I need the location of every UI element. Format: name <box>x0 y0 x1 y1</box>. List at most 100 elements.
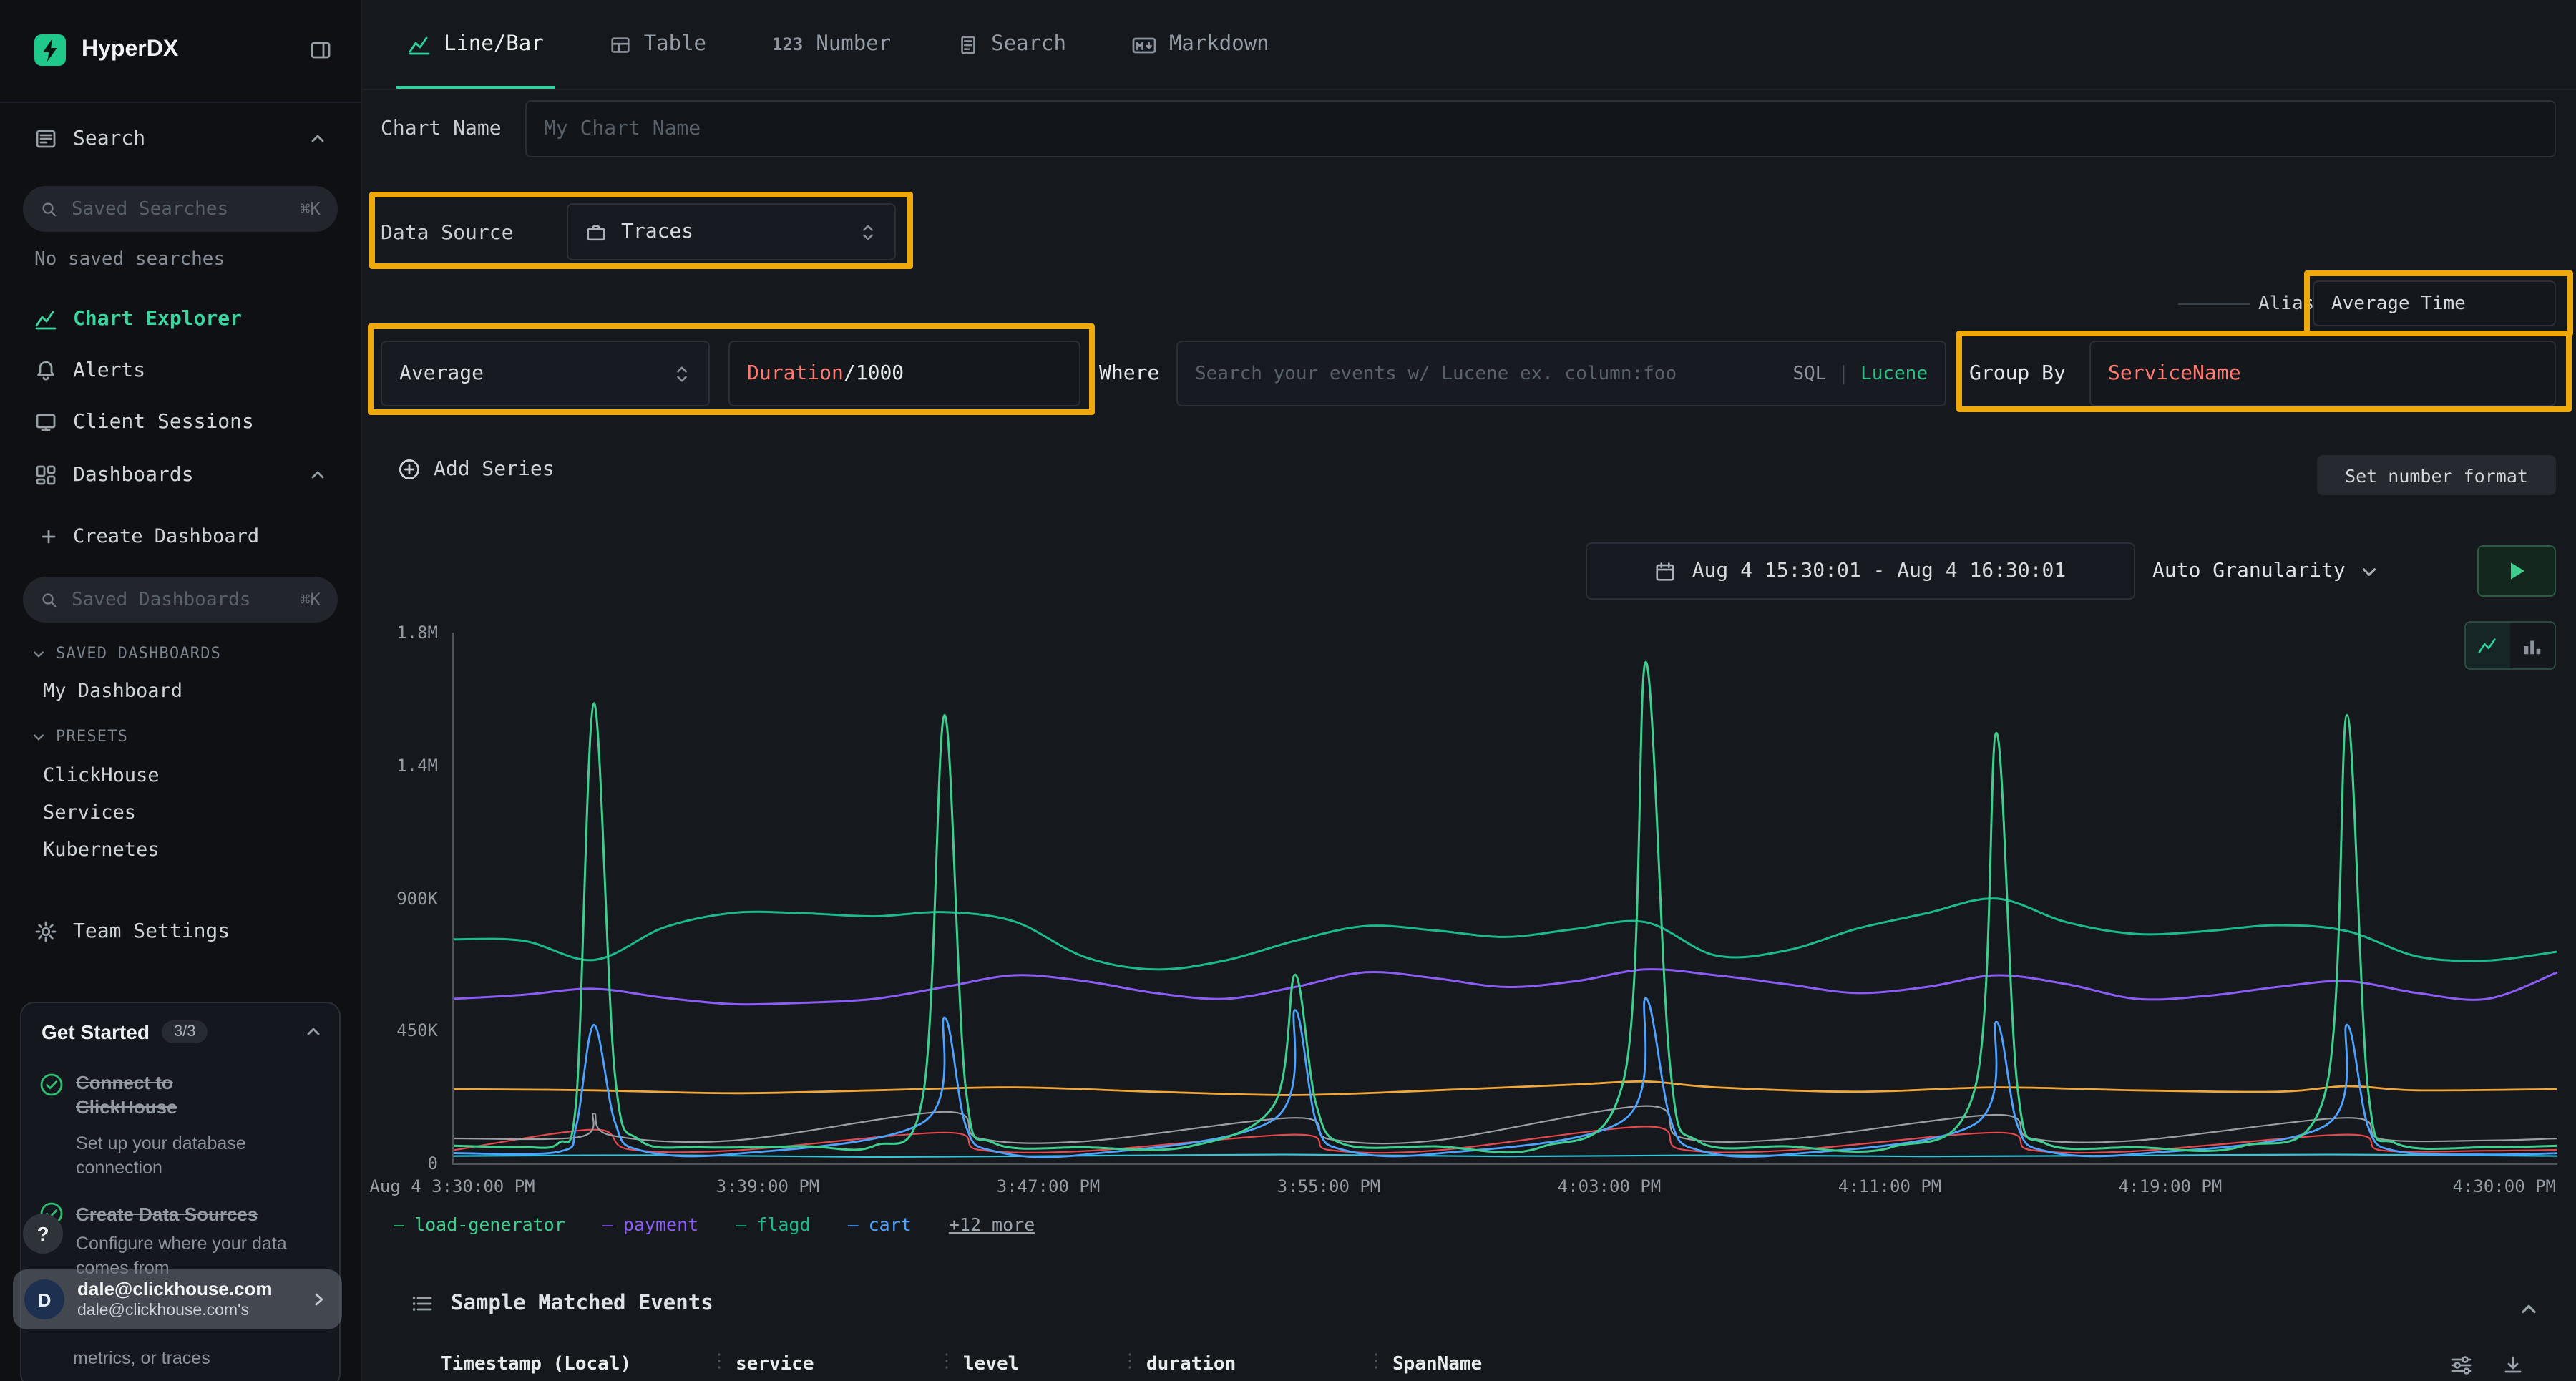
legend-item-payment[interactable]: —payment <box>602 1214 698 1235</box>
x-tick-label: 4:30:00 PM <box>2453 1176 2557 1196</box>
x-tick-label: 3:39:00 PM <box>716 1176 820 1196</box>
add-series-button[interactable]: Add Series <box>398 458 555 481</box>
sidebar-item-chart-explorer[interactable]: Chart Explorer <box>34 303 242 335</box>
collapse-sidebar-icon[interactable] <box>309 39 332 62</box>
table-icon <box>610 34 631 55</box>
sidebar-item-clickhouse[interactable]: ClickHouse <box>43 764 160 787</box>
saved-searches-placeholder: Saved Searches <box>72 198 228 220</box>
date-range-picker[interactable]: Aug 4 15:30:01 - Aug 4 16:30:01 <box>1586 542 2135 600</box>
alias-value: Average Time <box>2331 293 2466 314</box>
legend-item-load-generator[interactable]: —load-generator <box>394 1214 565 1235</box>
sidebar-item-my-dashboard[interactable]: My Dashboard <box>43 680 182 703</box>
chart-name-label: Chart Name <box>381 117 502 140</box>
legend-item-cart[interactable]: —cart <box>848 1214 912 1235</box>
where-input[interactable]: Search your events w/ Lucene ex. column:… <box>1176 341 1946 406</box>
legend-dash: — <box>848 1214 859 1235</box>
saved-searches-input[interactable]: Saved Searches ⌘K <box>23 186 338 232</box>
chevron-up-icon <box>309 130 326 147</box>
legend-dash: — <box>394 1214 404 1235</box>
aggregation-value: Average <box>399 362 484 385</box>
sidebar-item-kubernetes[interactable]: Kubernetes <box>43 839 160 862</box>
tab-search[interactable]: Search <box>957 0 1066 89</box>
legend-more-link[interactable]: +12 more <box>949 1214 1035 1235</box>
column-separator: ⋮ <box>937 1351 956 1372</box>
chart-series-svg <box>454 633 2557 1163</box>
column-header-level[interactable]: level <box>963 1354 1019 1375</box>
lucene-toggle[interactable]: Lucene <box>1860 363 1928 384</box>
user-secondary: dale@clickhouse.com's <box>77 1301 272 1322</box>
column-header-duration[interactable]: duration <box>1146 1354 1236 1375</box>
column-header-service[interactable]: service <box>736 1354 814 1375</box>
presets-section-header[interactable]: PRESETS <box>31 727 128 746</box>
granularity-select[interactable]: Auto Granularity <box>2152 542 2379 600</box>
hyperdx-logo-icon <box>34 34 66 66</box>
run-chart-button[interactable] <box>2477 545 2556 597</box>
get-started-step3-subtitle: metrics, or traces <box>73 1347 316 1370</box>
download-icon[interactable] <box>2502 1354 2524 1377</box>
bell-icon <box>34 359 57 382</box>
help-button[interactable]: ? <box>23 1214 63 1254</box>
formula-input[interactable]: Duration/1000 <box>728 341 1080 406</box>
get-started-header[interactable]: Get Started 3/3 <box>42 1020 322 1043</box>
tab-line-bar[interactable]: Line/Bar <box>408 0 544 89</box>
get-started-badge: 3/3 <box>162 1020 208 1043</box>
logo-row: HyperDX <box>34 26 178 74</box>
dashboards-icon <box>34 464 57 487</box>
set-number-format-button[interactable]: Set number format <box>2317 455 2556 495</box>
user-email: dale@clickhouse.com <box>77 1277 272 1301</box>
y-tick-label: 450K <box>338 1021 438 1041</box>
aggregation-select[interactable]: Average <box>381 341 710 406</box>
alerts-label: Alerts <box>73 359 145 382</box>
group-by-input[interactable]: ServiceName <box>2089 341 2556 406</box>
y-tick-label: 900K <box>338 888 438 908</box>
group-by-label: Group By <box>1969 362 2066 385</box>
legend-item-flagd[interactable]: —flagd <box>736 1214 810 1235</box>
column-settings-icon[interactable] <box>2450 1354 2473 1377</box>
chart-name-input[interactable]: My Chart Name <box>525 100 2556 157</box>
sidebar-item-team-settings[interactable]: Team Settings <box>34 916 230 947</box>
select-chevrons-icon <box>673 363 691 384</box>
series-load-generator <box>454 662 2557 1152</box>
user-menu[interactable]: D dale@clickhouse.com dale@clickhouse.co… <box>13 1269 342 1329</box>
chevron-down-icon <box>31 646 46 660</box>
column-header-spanname[interactable]: SpanName <box>1392 1354 1482 1375</box>
sidebar-section-dashboards[interactable]: Dashboards <box>34 459 326 491</box>
gear-icon <box>34 920 57 943</box>
search-section-icon <box>34 127 57 150</box>
sidebar: HyperDX Search Saved Searches ⌘K No save… <box>0 0 362 1381</box>
tab-line-bar-label: Line/Bar <box>444 33 544 56</box>
chevron-down-icon <box>2360 562 2379 580</box>
sample-events-header[interactable]: Sample Matched Events <box>411 1292 713 1315</box>
chevron-right-icon <box>311 1291 328 1308</box>
chart-legend: —load-generator —payment —flagd —cart +12 mo… <box>394 1214 1035 1235</box>
document-icon <box>957 34 978 55</box>
chart-plot-area[interactable] <box>452 633 2557 1165</box>
saved-dashboards-section-header[interactable]: SAVED DASHBOARDS <box>31 644 221 663</box>
y-tick-label: 1.4M <box>338 756 438 776</box>
tab-markdown[interactable]: Markdown <box>1132 0 1269 89</box>
tab-table[interactable]: Table <box>610 0 706 89</box>
x-tick-label: 3:47:00 PM <box>997 1176 1101 1196</box>
line-chart-icon <box>408 33 431 56</box>
get-started-title: Get Started <box>42 1020 150 1043</box>
alias-connector-line <box>2178 303 2250 305</box>
sql-toggle[interactable]: SQL <box>1792 363 1826 384</box>
sidebar-section-search[interactable]: Search <box>34 123 326 155</box>
sidebar-item-alerts[interactable]: Alerts <box>34 355 145 386</box>
sidebar-item-client-sessions[interactable]: Client Sessions <box>34 406 254 438</box>
sidebar-item-create-dashboard[interactable]: Create Dashboard <box>40 521 259 552</box>
column-header-timestamp-local-[interactable]: Timestamp (Local) <box>441 1354 631 1375</box>
series-payment <box>454 970 2557 1005</box>
saved-dashboards-input[interactable]: Saved Dashboards ⌘K <box>23 577 338 623</box>
sidebar-item-services[interactable]: Services <box>43 801 136 824</box>
series-checkout <box>454 1106 2557 1144</box>
select-chevrons-icon <box>859 221 877 243</box>
chart-explorer-label: Chart Explorer <box>73 308 242 331</box>
collapse-section-chevron-up-icon[interactable] <box>2519 1299 2539 1319</box>
tab-number[interactable]: 123 Number <box>772 0 891 89</box>
data-source-select[interactable]: Traces <box>567 203 896 260</box>
alias-input[interactable]: Average Time <box>2313 280 2556 326</box>
123-icon: 123 <box>772 34 803 54</box>
sample-events-title: Sample Matched Events <box>451 1292 713 1315</box>
chevron-up-icon <box>305 1023 322 1040</box>
